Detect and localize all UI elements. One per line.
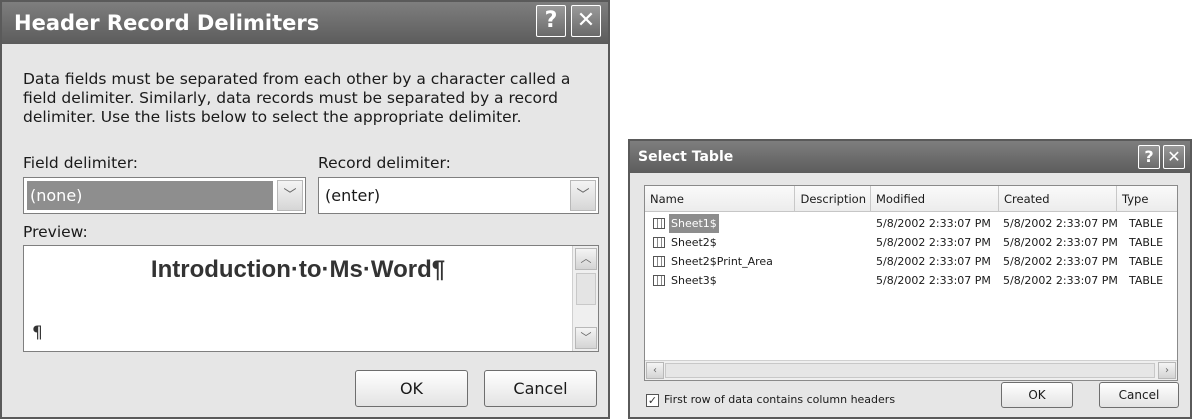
row-created: 5/8/2002 2:33:07 PM (1003, 274, 1118, 287)
field-delimiter-value: (none) (27, 181, 273, 210)
chevron-down-icon[interactable]: ﹀ (570, 180, 596, 211)
preview-box[interactable]: Introduction·to·Ms·Word¶ ¶ ︿ ﹀ (23, 245, 599, 352)
scroll-thumb[interactable] (665, 363, 1155, 378)
help-button[interactable]: ? (1138, 145, 1160, 169)
dialog-titlebar: Select Table ? ✕ (630, 141, 1190, 173)
row-type: TABLE (1129, 217, 1164, 230)
row-name: Sheet2$ (671, 236, 717, 249)
column-header-created[interactable]: Created (999, 186, 1117, 212)
ok-button[interactable]: OK (1001, 382, 1073, 408)
table-icon (653, 275, 665, 286)
preview-scrollbar[interactable]: ︿ ﹀ (572, 246, 598, 351)
row-name: Sheet1$ (669, 214, 719, 233)
header-record-delimiters-dialog: Header Record Delimiters ? ✕ Data fields… (0, 0, 610, 419)
table-icon (653, 237, 665, 248)
table-list[interactable]: Name Description Modified Created Type S… (644, 185, 1178, 381)
first-row-headers-checkbox[interactable]: ✓ (646, 394, 659, 407)
scroll-right-icon[interactable]: › (1158, 362, 1176, 379)
row-created: 5/8/2002 2:33:07 PM (1003, 217, 1118, 230)
description-text: Data fields must be separated from each … (23, 70, 571, 126)
table-row[interactable]: Sheet2$ 5/8/2002 2:33:07 PM 5/8/2002 2:3… (645, 233, 1177, 252)
row-modified: 5/8/2002 2:33:07 PM (876, 255, 991, 268)
list-header: Name Description Modified Created Type (645, 186, 1177, 212)
column-header-modified[interactable]: Modified (871, 186, 999, 212)
table-icon (653, 218, 665, 229)
paragraph-mark: ¶ (32, 323, 43, 343)
row-type: TABLE (1129, 236, 1164, 249)
column-header-name[interactable]: Name (645, 186, 795, 212)
record-delimiter-select[interactable]: (enter) ﹀ (318, 177, 599, 214)
scroll-down-icon[interactable]: ﹀ (575, 327, 597, 349)
select-table-dialog: Select Table ? ✕ Name Description Modifi… (628, 139, 1192, 419)
scroll-up-icon[interactable]: ︿ (575, 248, 597, 270)
first-row-headers-label[interactable]: First row of data contains column header… (664, 393, 895, 406)
column-header-type[interactable]: Type (1117, 186, 1179, 212)
row-modified: 5/8/2002 2:33:07 PM (876, 236, 991, 249)
preview-document-title: Introduction·to·Ms·Word¶ (150, 256, 446, 283)
row-name: Sheet3$ (671, 274, 717, 287)
chevron-down-icon[interactable]: ﹀ (277, 180, 303, 211)
dialog-titlebar: Header Record Delimiters ? ✕ (2, 2, 608, 44)
table-row[interactable]: Sheet2$Print_Area 5/8/2002 2:33:07 PM 5/… (645, 252, 1177, 271)
scroll-left-icon[interactable]: ‹ (646, 362, 664, 379)
cancel-button[interactable]: Cancel (1099, 382, 1179, 408)
table-row[interactable]: Sheet3$ 5/8/2002 2:33:07 PM 5/8/2002 2:3… (645, 271, 1177, 290)
dialog-title: Select Table (638, 149, 734, 165)
column-header-description[interactable]: Description (795, 186, 871, 212)
table-row[interactable]: Sheet1$ 5/8/2002 2:33:07 PM 5/8/2002 2:3… (645, 214, 1177, 233)
record-delimiter-value: (enter) (325, 186, 381, 205)
preview-label: Preview: (23, 223, 88, 241)
close-button[interactable]: ✕ (571, 5, 601, 37)
table-icon (653, 256, 665, 267)
row-created: 5/8/2002 2:33:07 PM (1003, 236, 1118, 249)
row-type: TABLE (1129, 274, 1164, 287)
field-delimiter-label: Field delimiter: (23, 154, 139, 172)
dialog-title: Header Record Delimiters (14, 11, 320, 35)
help-button[interactable]: ? (536, 5, 566, 37)
list-horizontal-scrollbar[interactable]: ‹ › (645, 360, 1177, 380)
ok-button[interactable]: OK (355, 370, 468, 407)
scroll-thumb[interactable] (576, 273, 596, 305)
record-delimiter-label: Record delimiter: (318, 154, 451, 172)
row-modified: 5/8/2002 2:33:07 PM (876, 217, 991, 230)
row-created: 5/8/2002 2:33:07 PM (1003, 255, 1118, 268)
row-name: Sheet2$Print_Area (671, 255, 773, 268)
field-delimiter-select[interactable]: (none) ﹀ (23, 177, 306, 214)
row-type: TABLE (1129, 255, 1164, 268)
close-button[interactable]: ✕ (1163, 145, 1185, 169)
cancel-button[interactable]: Cancel (484, 370, 597, 407)
row-modified: 5/8/2002 2:33:07 PM (876, 274, 991, 287)
